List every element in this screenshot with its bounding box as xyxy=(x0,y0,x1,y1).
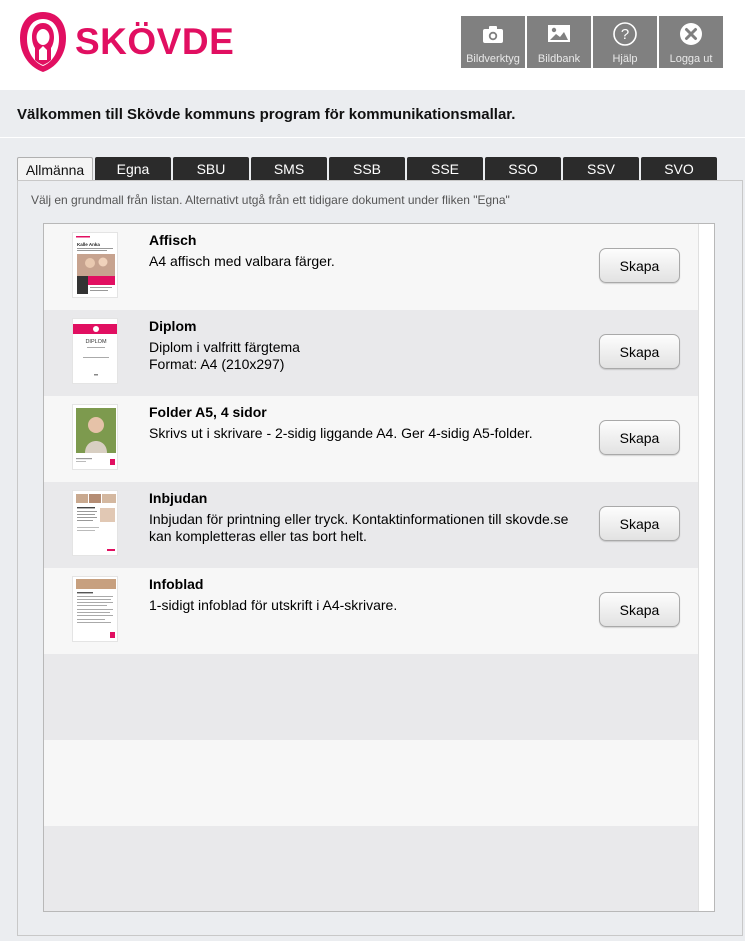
tab-sso[interactable]: SSO xyxy=(485,157,561,181)
tab-egna[interactable]: Egna xyxy=(95,157,171,181)
diplom-thumbnail: DIPLOM xyxy=(72,318,118,384)
template-title: Diplom xyxy=(149,318,197,334)
create-inbjudan-button[interactable]: Skapa xyxy=(599,506,680,541)
template-title: Inbjudan xyxy=(149,490,208,506)
help-button[interactable]: ? Hjälp xyxy=(593,16,657,68)
template-description: Skrivs ut i skrivare - 2-sidig liggande … xyxy=(149,425,589,442)
template-description-line: kan kompletteras eller tas bort helt. xyxy=(149,528,367,544)
logout-label: Logga ut xyxy=(669,53,713,65)
list-item: Inbjudan Inbjudan för printning eller tr… xyxy=(44,482,700,568)
instruction-text: Välj en grundmall från listan. Alternati… xyxy=(31,193,510,207)
template-description: Inbjudan för printning eller tryck. Kont… xyxy=(149,511,589,545)
tab-allmanna[interactable]: Allmänna xyxy=(17,157,93,182)
help-icon: ? xyxy=(613,22,637,46)
template-description-line: Format: A4 (210x297) xyxy=(149,356,285,372)
empty-row xyxy=(44,826,700,911)
tab-sse[interactable]: SSE xyxy=(407,157,483,181)
bildverktyg-label: Bildverktyg xyxy=(466,53,520,65)
saint-emblem-icon xyxy=(20,12,66,72)
category-tabs: Allmänna Egna SBU SMS SSB SSE SSO SSV SV… xyxy=(17,157,717,182)
list-item: DIPLOM Diplom Diplom i valfritt färgtema… xyxy=(44,310,700,396)
template-description-line: A4 affisch med valbara färger. xyxy=(149,253,335,269)
toolbar: Bildverktyg Bildbank ? Hjälp Logga ut xyxy=(461,16,723,68)
bildbank-button[interactable]: Bildbank xyxy=(527,16,591,68)
tab-sbu[interactable]: SBU xyxy=(173,157,249,181)
logout-button[interactable]: Logga ut xyxy=(659,16,723,68)
tab-sms[interactable]: SMS xyxy=(251,157,327,181)
tab-svo[interactable]: SVO xyxy=(641,157,717,181)
template-description-line: Skrivs ut i skrivare - 2-sidig liggande … xyxy=(149,425,533,441)
welcome-heading: Välkommen till Skövde kommuns program fö… xyxy=(17,106,516,123)
logo-text: SKÖVDE xyxy=(75,21,235,62)
template-title: Folder A5, 4 sidor xyxy=(149,404,267,420)
tab-ssb[interactable]: SSB xyxy=(329,157,405,181)
template-description-line: 1-sidigt infoblad för utskrift i A4-skri… xyxy=(149,597,398,613)
skovde-logo[interactable]: SKÖVDE xyxy=(17,10,234,74)
diplom-thumb-label: DIPLOM xyxy=(85,339,107,345)
image-icon xyxy=(548,25,570,42)
affisch-thumbnail: Kalle Anka xyxy=(72,232,118,298)
tab-panel: Välj en grundmall från listan. Alternati… xyxy=(17,180,743,936)
list-item: Kalle Anka Affisch A4 affisch med valbar… xyxy=(44,224,700,310)
list-scrollbar[interactable] xyxy=(698,224,714,911)
list-item: Folder A5, 4 sidor Skrivs ut i skrivare … xyxy=(44,396,700,482)
divider xyxy=(0,137,745,138)
empty-row xyxy=(44,654,700,740)
app-header: SKÖVDE Bildverktyg Bildbank ? Hjälp Logg… xyxy=(0,0,745,90)
tab-ssv[interactable]: SSV xyxy=(563,157,639,181)
template-description: Diplom i valfritt färgtema Format: A4 (2… xyxy=(149,339,589,373)
template-description: A4 affisch med valbara färger. xyxy=(149,253,589,270)
bildverktyg-button[interactable]: Bildverktyg xyxy=(461,16,525,68)
create-diplom-button[interactable]: Skapa xyxy=(599,334,680,369)
bildbank-label: Bildbank xyxy=(537,53,581,65)
template-list[interactable]: Kalle Anka Affisch A4 affisch med valbar… xyxy=(43,223,715,912)
create-infoblad-button[interactable]: Skapa xyxy=(599,592,680,627)
camera-icon xyxy=(483,26,503,43)
folder-thumbnail xyxy=(72,404,118,470)
template-description-line: Diplom i valfritt färgtema xyxy=(149,339,300,355)
template-title: Infoblad xyxy=(149,576,204,592)
inbjudan-thumbnail xyxy=(72,490,118,556)
empty-row xyxy=(44,740,700,826)
template-description: 1-sidigt infoblad för utskrift i A4-skri… xyxy=(149,597,589,614)
infoblad-thumbnail xyxy=(72,576,118,642)
list-item: Infoblad 1-sidigt infoblad för utskrift … xyxy=(44,568,700,654)
template-description-line: Inbjudan för printning eller tryck. Kont… xyxy=(149,511,569,527)
svg-text:?: ? xyxy=(621,26,629,43)
close-circle-icon xyxy=(680,23,702,45)
create-affisch-button[interactable]: Skapa xyxy=(599,248,680,283)
affisch-thumb-name: Kalle Anka xyxy=(77,242,100,247)
template-title: Affisch xyxy=(149,232,197,248)
help-label: Hjälp xyxy=(612,53,638,65)
create-folder-button[interactable]: Skapa xyxy=(599,420,680,455)
